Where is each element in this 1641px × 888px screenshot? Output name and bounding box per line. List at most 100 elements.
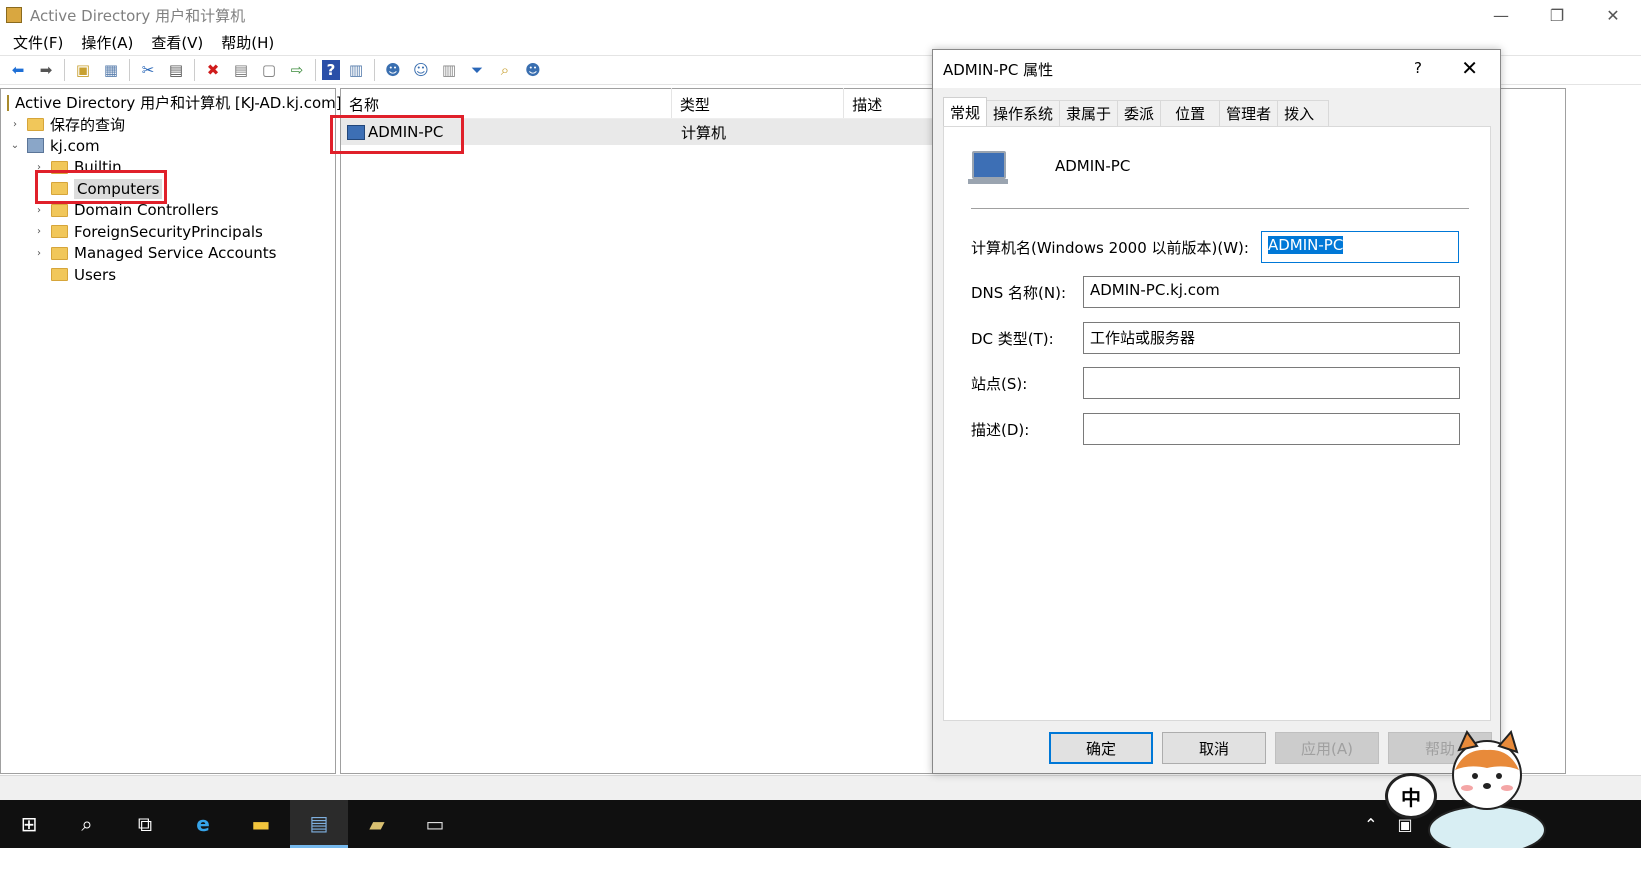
search-icon[interactable]: ⌕ xyxy=(58,800,116,848)
properties-dialog: ADMIN-PC 属性 ? ✕ 常规 操作系统 隶属于 委派 位置 管理者 拨入… xyxy=(932,49,1501,774)
menu-view[interactable]: 查看(V) xyxy=(142,32,212,53)
tree-label: kj.com xyxy=(50,136,100,155)
column-type[interactable]: 类型 xyxy=(672,88,845,118)
window-title: Active Directory 用户和计算机 xyxy=(30,6,246,25)
menu-help[interactable]: 帮助(H) xyxy=(212,32,283,53)
result-list: 名称 类型 描述 ADMIN-PC 计算机 xyxy=(340,88,940,774)
tree-item-foreign-security-principals[interactable]: › ForeignSecurityPrincipals xyxy=(1,221,335,243)
tab-delegation[interactable]: 委派 xyxy=(1117,100,1162,126)
start-icon[interactable]: ⊞ xyxy=(0,800,58,848)
back-arrow-icon[interactable]: ⬅ xyxy=(6,58,30,82)
ad-users-computers-icon[interactable]: ▰ xyxy=(348,800,406,848)
dialog-title-bar: ADMIN-PC 属性 ? ✕ xyxy=(933,50,1500,88)
highlight-box xyxy=(35,170,167,204)
command-prompt-icon[interactable]: ▭ xyxy=(406,800,464,848)
help-icon[interactable]: ? xyxy=(322,60,340,80)
new-ou-icon[interactable]: ▥ xyxy=(437,58,461,82)
file-explorer-icon[interactable]: ▬ xyxy=(232,800,290,848)
tab-dial-in[interactable]: 拨入 xyxy=(1277,100,1330,126)
folder-icon xyxy=(51,225,68,239)
refresh-icon[interactable]: ▢ xyxy=(257,58,281,82)
description-field[interactable] xyxy=(1083,413,1460,445)
site-field[interactable] xyxy=(1083,367,1460,399)
cut-icon[interactable]: ✂ xyxy=(136,58,160,82)
dc-type-field[interactable]: 工作站或服务器 xyxy=(1083,322,1460,354)
up-folder-icon[interactable]: ▣ xyxy=(71,58,95,82)
expand-icon[interactable]: › xyxy=(33,226,45,237)
console-icon[interactable]: ▥ xyxy=(344,58,368,82)
show-tree-icon[interactable]: ▦ xyxy=(99,58,123,82)
new-user-icon[interactable]: ☻ xyxy=(381,58,405,82)
ok-button[interactable]: 确定 xyxy=(1049,732,1153,764)
tree-label: 保存的查询 xyxy=(50,115,126,134)
task-view-icon[interactable]: ⧉ xyxy=(116,800,174,848)
apply-button[interactable]: 应用(A) xyxy=(1275,732,1379,764)
tree-item-users[interactable]: Users xyxy=(1,264,335,286)
right-pane-edge xyxy=(1500,88,1566,774)
dc-type-label: DC 类型(T): xyxy=(971,330,1054,348)
export-icon[interactable]: ⇨ xyxy=(285,58,309,82)
dialog-close-button[interactable]: ✕ xyxy=(1461,56,1478,80)
server-manager-icon[interactable]: ▤ xyxy=(290,800,348,848)
highlight-box xyxy=(330,115,464,154)
folder-icon xyxy=(27,117,44,131)
cancel-button[interactable]: 取消 xyxy=(1162,732,1266,764)
collapse-icon[interactable]: ⌄ xyxy=(9,140,21,151)
dns-name-field[interactable]: ADMIN-PC.kj.com xyxy=(1083,276,1460,308)
expand-icon[interactable]: › xyxy=(33,205,45,216)
properties-icon[interactable]: ▤ xyxy=(229,58,253,82)
prewin2000-label: 计算机名(Windows 2000 以前版本)(W): xyxy=(971,239,1249,257)
description-label: 描述(D): xyxy=(971,421,1030,439)
menu-action[interactable]: 操作(A) xyxy=(72,32,142,53)
tree-label: Users xyxy=(74,265,117,284)
tree-root-label: Active Directory 用户和计算机 [KJ-AD.kj.com] xyxy=(15,94,342,113)
column-name[interactable]: 名称 xyxy=(341,88,672,118)
console-tree: Active Directory 用户和计算机 [KJ-AD.kj.com] ›… xyxy=(0,88,342,774)
ad-root-icon xyxy=(7,94,9,111)
new-group-icon[interactable]: ☺ xyxy=(409,58,433,82)
filter-icon[interactable]: ⏷ xyxy=(465,58,489,82)
general-tab-panel: ADMIN-PC 计算机名(Windows 2000 以前版本)(W): ADM… xyxy=(943,126,1491,721)
close-button[interactable]: ✕ xyxy=(1585,0,1641,30)
delete-icon[interactable]: ✖ xyxy=(201,58,225,82)
column-description[interactable]: 描述 xyxy=(844,88,939,118)
add-to-group-icon[interactable]: ☻ xyxy=(521,58,545,82)
row-type: 计算机 xyxy=(681,123,727,142)
computer-name-heading: ADMIN-PC xyxy=(1055,157,1131,175)
prewin2000-field[interactable]: ADMIN-PC xyxy=(1261,231,1459,263)
title-bar: Active Directory 用户和计算机 — ❐ ✕ xyxy=(0,0,1641,30)
tree-domain[interactable]: ⌄ kj.com xyxy=(1,135,335,157)
tab-member-of[interactable]: 隶属于 xyxy=(1059,100,1119,126)
folder-icon xyxy=(51,268,68,282)
divider xyxy=(971,208,1469,209)
tab-managed-by[interactable]: 管理者 xyxy=(1219,100,1279,126)
chevron-up-icon[interactable]: ⌃ xyxy=(1364,815,1377,834)
dialog-help-button[interactable]: ? xyxy=(1414,59,1422,77)
tree-label: ForeignSecurityPrincipals xyxy=(74,222,263,241)
dns-name-label: DNS 名称(N): xyxy=(971,284,1067,302)
minimize-button[interactable]: — xyxy=(1473,0,1529,30)
tree-item-managed-service-accounts[interactable]: › Managed Service Accounts xyxy=(1,243,335,265)
menu-file[interactable]: 文件(F) xyxy=(4,32,72,53)
dialog-title: ADMIN-PC 属性 xyxy=(943,60,1054,79)
computer-icon xyxy=(972,151,1006,179)
folder-icon xyxy=(51,203,68,217)
paste-icon[interactable]: ▤ xyxy=(164,58,188,82)
tab-location[interactable]: 位置 xyxy=(1160,100,1221,126)
expand-icon[interactable]: › xyxy=(33,248,45,259)
forward-arrow-icon[interactable]: ➡ xyxy=(34,58,58,82)
restore-button[interactable]: ❐ xyxy=(1529,0,1585,30)
tree-root[interactable]: Active Directory 用户和计算机 [KJ-AD.kj.com] xyxy=(1,92,342,114)
expand-icon[interactable]: › xyxy=(9,119,21,130)
folder-icon xyxy=(51,246,68,260)
tab-general[interactable]: 常规 xyxy=(943,97,988,127)
app-icon xyxy=(6,7,22,23)
tree-label: Managed Service Accounts xyxy=(74,244,277,263)
ime-bubble: 中 xyxy=(1385,773,1437,819)
tab-strip: 常规 操作系统 隶属于 委派 位置 管理者 拨入 xyxy=(943,97,1330,127)
find-icon[interactable]: ⌕ xyxy=(493,58,517,82)
tree-saved-queries[interactable]: › 保存的查询 xyxy=(1,114,335,136)
site-label: 站点(S): xyxy=(971,375,1028,393)
internet-explorer-icon[interactable]: e xyxy=(174,800,232,848)
tab-operating-system[interactable]: 操作系统 xyxy=(986,100,1061,126)
